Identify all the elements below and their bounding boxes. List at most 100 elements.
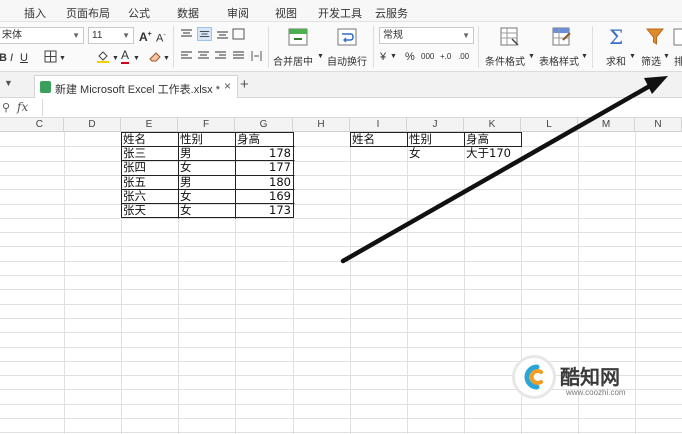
- underline-button[interactable]: U: [20, 51, 28, 65]
- font-size-select[interactable]: 11 ▼: [88, 27, 134, 44]
- align-top-icon[interactable]: [180, 28, 193, 40]
- formula-bar: ⚲ fx: [0, 98, 682, 118]
- table-cell[interactable]: 男: [180, 146, 192, 160]
- sort-icon[interactable]: [673, 27, 682, 47]
- table-cell[interactable]: 177: [237, 160, 291, 174]
- table-cell[interactable]: 张四: [123, 160, 146, 174]
- table-cell[interactable]: 173: [237, 203, 291, 217]
- column-header-i[interactable]: I: [350, 118, 407, 132]
- font-color-dropdown-icon[interactable]: ▼: [133, 52, 140, 66]
- conditional-format-label[interactable]: 条件格式: [485, 53, 525, 68]
- justify-icon[interactable]: [232, 50, 245, 62]
- conditional-format-icon[interactable]: [500, 27, 520, 47]
- table-header-name[interactable]: 姓名: [123, 132, 146, 146]
- decrease-decimal-button[interactable]: .00: [458, 52, 469, 61]
- indent-icon[interactable]: [232, 28, 245, 40]
- menu-tab-page-layout[interactable]: 页面布局: [66, 5, 110, 21]
- ribbon-toolbar: 宋体 ▼ 11 ▼ A+ A- B I U ▼ ▼ A ▼ ▼ 合并居中 ▼ 自…: [0, 22, 682, 72]
- borders-dropdown-icon[interactable]: ▼: [59, 52, 66, 66]
- fill-color-icon[interactable]: [96, 49, 110, 63]
- font-name-select[interactable]: 宋体 ▼: [0, 27, 84, 44]
- shrink-font-button[interactable]: A-: [156, 29, 166, 46]
- number-format-select[interactable]: 常规 ▼: [379, 27, 474, 44]
- menu-tab-developer[interactable]: 开发工具: [318, 5, 362, 21]
- close-icon[interactable]: ×: [224, 79, 231, 93]
- menu-tab-review[interactable]: 审阅: [227, 5, 249, 21]
- document-tab[interactable]: 新建 Microsoft Excel 工作表.xlsx * ×: [34, 75, 238, 98]
- column-header-l[interactable]: L: [521, 118, 578, 132]
- sum-icon[interactable]: Σ: [609, 25, 623, 49]
- sort-label[interactable]: 排: [674, 53, 682, 68]
- grow-font-label: A: [139, 30, 148, 44]
- search-icon[interactable]: ⚲: [2, 101, 10, 114]
- align-right-icon[interactable]: [214, 50, 227, 62]
- fill-color-dropdown-icon[interactable]: ▼: [112, 52, 119, 66]
- table-header-height[interactable]: 身高: [237, 132, 260, 146]
- criteria-cell[interactable]: 大于170: [466, 146, 511, 160]
- column-header-m[interactable]: M: [578, 118, 635, 132]
- sum-label[interactable]: 求和: [606, 53, 626, 68]
- column-header-k[interactable]: K: [464, 118, 521, 132]
- font-color-button[interactable]: A: [121, 49, 130, 64]
- clear-format-dropdown-icon[interactable]: ▼: [163, 52, 170, 66]
- column-header-d[interactable]: D: [64, 118, 121, 132]
- column-header-h[interactable]: H: [293, 118, 350, 132]
- menu-tab-formulas[interactable]: 公式: [128, 5, 150, 21]
- column-header-c[interactable]: C: [0, 118, 64, 132]
- formula-input[interactable]: [42, 99, 682, 116]
- currency-button[interactable]: ¥: [380, 51, 386, 63]
- column-header-g[interactable]: G: [235, 118, 293, 132]
- table-cell[interactable]: 女: [180, 203, 192, 217]
- table-cell[interactable]: 张天: [123, 203, 146, 217]
- align-left-icon[interactable]: [180, 50, 193, 62]
- chevron-down-icon: ▼: [528, 53, 535, 60]
- percent-button[interactable]: %: [405, 51, 415, 63]
- column-header-f[interactable]: F: [178, 118, 235, 132]
- increase-decimal-button[interactable]: +.0: [440, 52, 451, 61]
- table-cell[interactable]: 女: [180, 189, 192, 203]
- bold-button[interactable]: B: [0, 51, 7, 65]
- table-cell[interactable]: 张六: [123, 189, 146, 203]
- menu-tab-insert[interactable]: 插入: [24, 5, 46, 21]
- tab-menu-icon[interactable]: ▼: [4, 78, 13, 88]
- wrap-text-label[interactable]: 自动换行: [327, 53, 367, 68]
- menu-tab-view[interactable]: 视图: [275, 5, 297, 21]
- menu-tab-data[interactable]: 数据: [177, 5, 199, 21]
- align-bottom-icon[interactable]: [216, 28, 229, 40]
- table-cell[interactable]: 169: [237, 189, 291, 203]
- italic-button[interactable]: I: [10, 51, 13, 65]
- table-style-label[interactable]: 表格样式: [539, 53, 579, 68]
- column-header-j[interactable]: J: [407, 118, 464, 132]
- table-cell[interactable]: 张五: [123, 175, 146, 189]
- criteria-header-gender[interactable]: 性别: [409, 132, 432, 146]
- clear-format-icon[interactable]: [148, 49, 162, 63]
- table-cell[interactable]: 男: [180, 175, 192, 189]
- borders-icon[interactable]: [44, 50, 57, 63]
- add-tab-button[interactable]: +: [240, 76, 249, 93]
- table-cell[interactable]: 180: [237, 175, 291, 189]
- criteria-header-height[interactable]: 身高: [466, 132, 489, 146]
- filter-icon[interactable]: [645, 27, 665, 47]
- table-header-gender[interactable]: 性别: [180, 132, 203, 146]
- filter-label[interactable]: 筛选: [641, 53, 661, 68]
- table-cell[interactable]: 女: [180, 160, 192, 174]
- column-header-e[interactable]: E: [121, 118, 178, 132]
- comma-button[interactable]: 000: [421, 52, 434, 61]
- merge-center-icon[interactable]: [288, 27, 308, 47]
- criteria-header-name[interactable]: 姓名: [352, 132, 375, 146]
- merge-center-label[interactable]: 合并居中: [273, 53, 313, 68]
- table-cell[interactable]: 张三: [123, 146, 146, 160]
- grow-font-button[interactable]: A+: [139, 28, 152, 44]
- distribute-icon[interactable]: [250, 50, 263, 62]
- menu-tab-cloud[interactable]: 云服务: [375, 5, 408, 21]
- fx-button[interactable]: fx: [17, 100, 28, 114]
- ribbon-separator: [373, 26, 374, 68]
- align-middle-icon[interactable]: [197, 27, 212, 41]
- column-header-n[interactable]: N: [635, 118, 682, 132]
- wrap-text-icon[interactable]: [337, 27, 357, 47]
- column-headers: C D E F G H I J K L M N: [0, 118, 682, 132]
- align-center-icon[interactable]: [197, 50, 210, 62]
- table-cell[interactable]: 178: [237, 146, 291, 160]
- table-style-icon[interactable]: [552, 27, 572, 47]
- criteria-cell[interactable]: 女: [409, 146, 421, 160]
